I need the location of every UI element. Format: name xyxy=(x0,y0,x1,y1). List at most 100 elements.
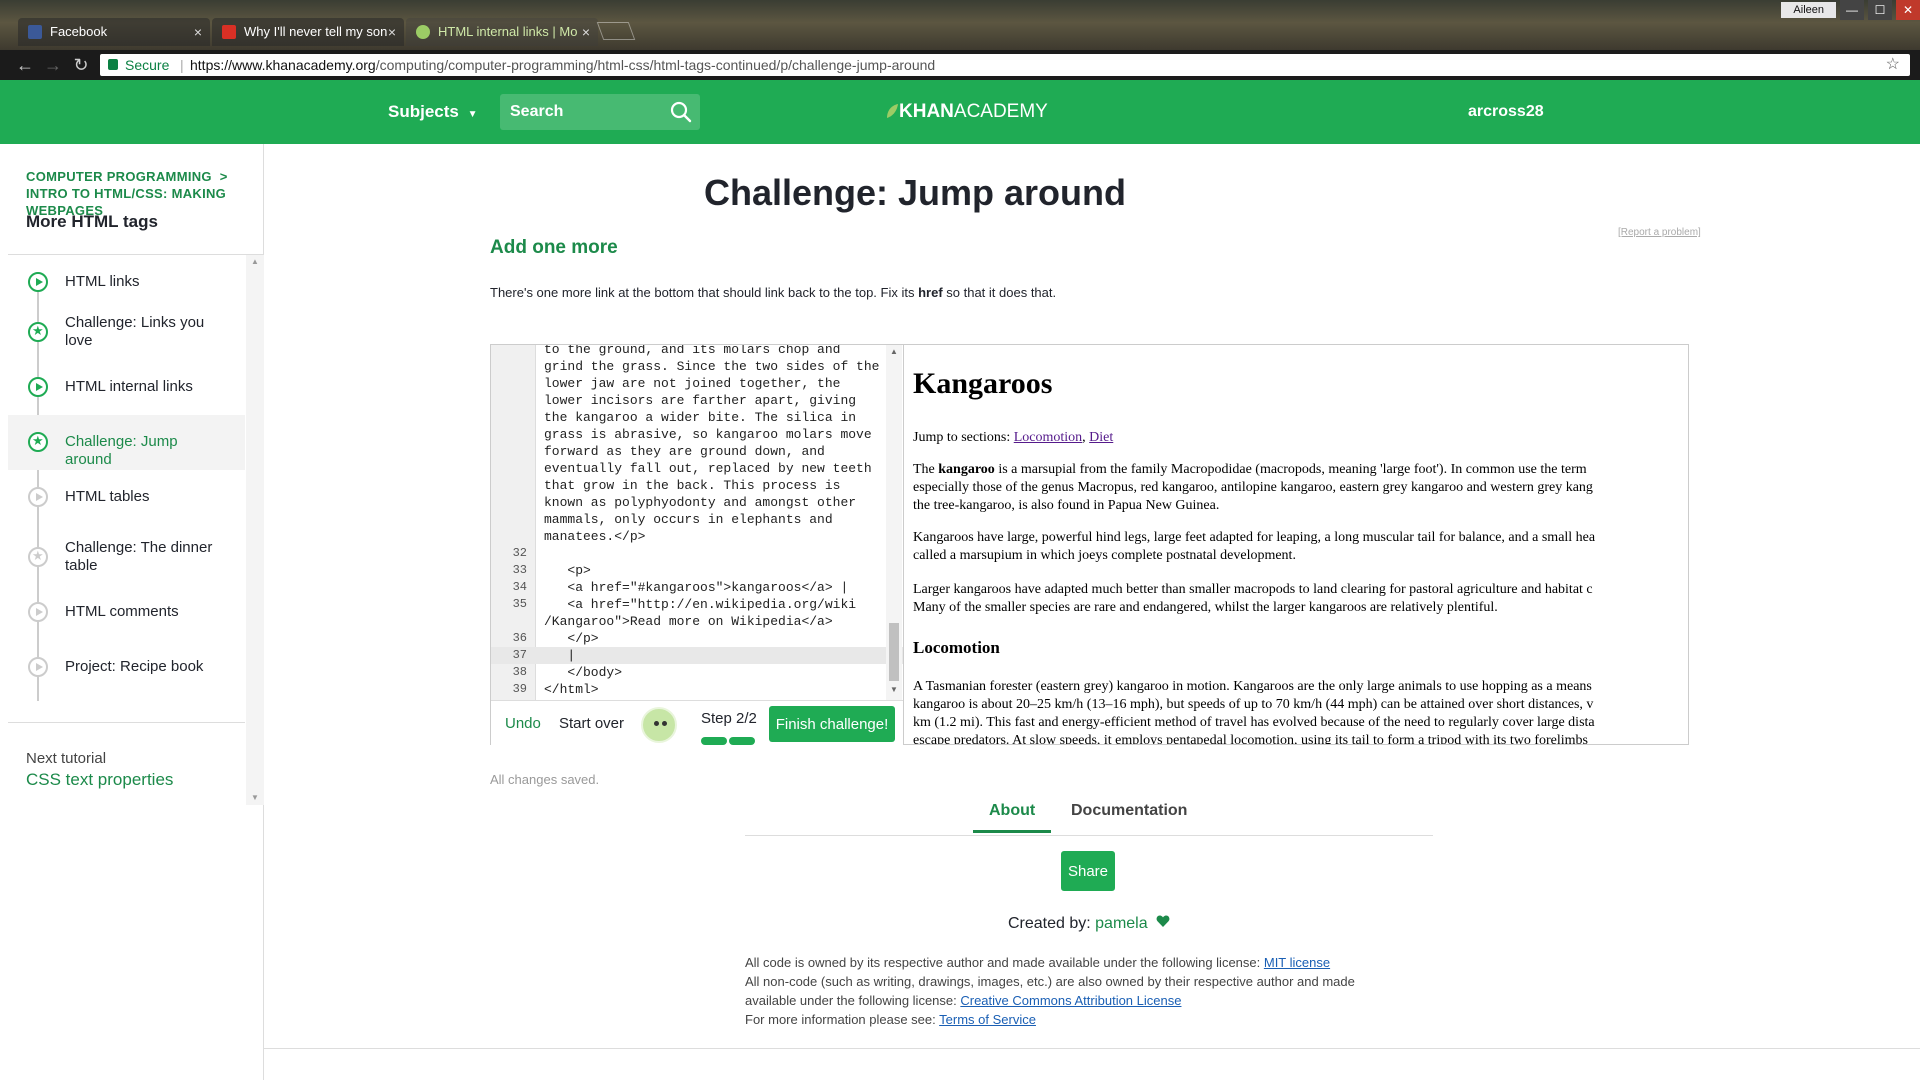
code-line[interactable]: grass is abrasive, so kangaroo molars mo… xyxy=(491,426,903,443)
code-line[interactable]: 34 <a href="#kangaroos">kangaroos</a> | xyxy=(491,579,903,596)
new-tab-button[interactable] xyxy=(596,22,636,40)
code-line[interactable]: to the ground, and its molars chop and xyxy=(491,345,903,358)
save-status: All changes saved. xyxy=(490,772,600,787)
scroll-up-icon[interactable]: ▲ xyxy=(890,347,898,356)
user-menu[interactable]: arcross28 xyxy=(1468,80,1544,144)
code-line[interactable]: mammals, only occurs in elephants and xyxy=(491,511,903,528)
lock-icon xyxy=(108,59,118,70)
cc-license-link[interactable]: Creative Commons Attribution License xyxy=(960,993,1181,1008)
browser-tab-article[interactable]: Why I'll never tell my son × xyxy=(212,18,404,46)
preview-text: escape predators. At slow speeds, it emp… xyxy=(913,733,1589,744)
code-line[interactable]: that grow in the back. This process is xyxy=(491,477,903,494)
sidebar-item-label: Challenge: Links you love xyxy=(65,314,205,349)
khan-academy-logo[interactable]: KHANACADEMY xyxy=(885,80,1048,144)
close-window-icon[interactable]: ✕ xyxy=(1896,0,1920,20)
code-line[interactable]: the kangaroo a wider bite. The silica in xyxy=(491,409,903,426)
finish-challenge-button[interactable]: Finish challenge! xyxy=(769,706,895,742)
minimize-icon[interactable]: — xyxy=(1840,0,1864,20)
start-over-button[interactable]: Start over xyxy=(559,715,624,732)
output-preview[interactable]: Kangaroos Jump to sections: Locomotion, … xyxy=(903,345,1689,744)
challenge-star-icon xyxy=(28,547,48,567)
reload-icon[interactable]: ↻ xyxy=(70,54,92,76)
breadcrumb-computer-programming[interactable]: COMPUTER PROGRAMMING xyxy=(26,169,212,184)
window-user-badge[interactable]: Aileen xyxy=(1781,2,1836,18)
code-text: grind the grass. Since the two sides of … xyxy=(544,359,880,374)
site-header: Subjects ▼ KHANACADEMY arcross28 xyxy=(0,80,1920,144)
step-progress-segment xyxy=(701,737,727,745)
scroll-up-icon[interactable]: ▲ xyxy=(251,257,259,266)
terms-of-service-link[interactable]: Terms of Service xyxy=(939,1012,1036,1027)
code-line[interactable]: 35 <a href="http://en.wikipedia.org/wiki xyxy=(491,596,903,613)
code-line[interactable]: grind the grass. Since the two sides of … xyxy=(491,358,903,375)
close-tab-icon[interactable]: × xyxy=(388,18,396,46)
url-host: https://www.khanacademy.org xyxy=(190,57,376,73)
sidebar-scrollbar[interactable]: ▲ ▼ xyxy=(246,255,264,805)
leaf-icon xyxy=(887,104,898,118)
project-icon xyxy=(28,657,48,677)
code-line[interactable]: 38 </body> xyxy=(491,664,903,681)
forward-arrow-icon[interactable]: → xyxy=(42,54,64,76)
preview-text: is a marsupial from the family Macropodi… xyxy=(994,462,1587,477)
mit-license-link[interactable]: MIT license xyxy=(1264,955,1330,970)
undo-button[interactable]: Undo xyxy=(505,715,541,732)
instructions-text: There's one more link at the bottom that… xyxy=(490,285,919,300)
code-line[interactable]: forward as they are ground down, and xyxy=(491,443,903,460)
url-text: https://www.khanacademy.org/computing/co… xyxy=(190,54,935,76)
code-line[interactable]: /Kangaroo">Read more on Wikipedia</a> xyxy=(491,613,903,630)
code-line[interactable]: 37 | xyxy=(491,647,903,664)
tab-documentation[interactable]: Documentation xyxy=(1071,802,1187,820)
scroll-down-icon[interactable]: ▼ xyxy=(251,793,259,802)
code-line[interactable]: lower jaw are not joined together, the xyxy=(491,375,903,392)
divider xyxy=(8,722,245,723)
browser-tab-khan[interactable]: HTML internal links | Mo × xyxy=(406,18,598,46)
code-scrollbar[interactable]: ▲ ▼ xyxy=(886,345,902,700)
search-icon[interactable] xyxy=(670,101,692,123)
diet-link[interactable]: Diet xyxy=(1089,430,1113,445)
preview-paragraph-1: The kangaroo is a marsupial from the fam… xyxy=(913,461,1689,515)
breadcrumb-separator: > xyxy=(219,169,228,184)
address-bar[interactable]: Secure | https://www.khanacademy.org/com… xyxy=(100,54,1910,76)
code-line[interactable]: known as polyphyodonty and amongst other xyxy=(491,494,903,511)
hint-avatar-icon[interactable] xyxy=(641,707,677,743)
maximize-icon[interactable]: ☐ xyxy=(1868,0,1892,20)
code-text: | xyxy=(544,648,576,663)
share-button[interactable]: Share xyxy=(1061,851,1115,891)
code-line[interactable]: 39 </html> xyxy=(491,681,903,698)
sidebar-item-html-comments[interactable]: HTML comments xyxy=(8,585,245,640)
back-arrow-icon[interactable]: ← xyxy=(14,54,36,76)
preview-jump-links: Jump to sections: Locomotion, Diet xyxy=(913,429,1689,447)
code-line[interactable]: eventually fall out, replaced by new tee… xyxy=(491,460,903,477)
sidebar-item-html-tables[interactable]: HTML tables xyxy=(8,470,245,525)
search-box[interactable] xyxy=(500,94,700,130)
code-editor[interactable]: to the ground, and its molars chop and gr… xyxy=(491,345,903,700)
sidebar-item-challenge-dinner-table[interactable]: Challenge: The dinner table xyxy=(8,525,245,585)
sidebar-item-project-recipe-book[interactable]: Project: Recipe book xyxy=(8,640,245,695)
sidebar-item-html-internal-links[interactable]: HTML internal links xyxy=(8,360,245,415)
divider xyxy=(264,1048,1920,1049)
bookmark-star-icon[interactable]: ☆ xyxy=(1886,54,1900,76)
author-link[interactable]: pamela xyxy=(1095,915,1147,932)
tab-about[interactable]: About xyxy=(973,802,1052,833)
close-tab-icon[interactable]: × xyxy=(582,18,590,46)
step-instructions: There's one more link at the bottom that… xyxy=(490,285,1056,300)
code-line[interactable]: 33 <p> xyxy=(491,562,903,579)
scroll-down-icon[interactable]: ▼ xyxy=(890,685,898,694)
code-line[interactable]: lower incisors are farther apart, giving xyxy=(491,392,903,409)
line-number: 33 xyxy=(512,563,527,577)
code-line[interactable]: manatees.</p> xyxy=(491,528,903,545)
preview-subheading: Locomotion xyxy=(913,638,1000,657)
scroll-thumb[interactable] xyxy=(889,623,899,681)
search-input[interactable] xyxy=(500,94,660,130)
close-tab-icon[interactable]: × xyxy=(194,18,202,46)
subjects-menu[interactable]: Subjects ▼ xyxy=(388,80,478,147)
code-line[interactable]: 32 xyxy=(491,545,903,562)
browser-tab-facebook[interactable]: Facebook × xyxy=(18,18,210,46)
license-line: All non-code (such as writing, drawings,… xyxy=(745,974,1355,989)
report-problem-link[interactable]: [Report a problem] xyxy=(1618,227,1701,238)
sidebar-item-challenge-links[interactable]: Challenge: Links you love xyxy=(8,300,245,360)
code-line[interactable]: 36 </p> xyxy=(491,630,903,647)
sidebar-item-challenge-jump-around[interactable]: Challenge: Jump around xyxy=(8,415,245,470)
next-tutorial-link[interactable]: CSS text properties xyxy=(26,770,173,790)
locomotion-link[interactable]: Locomotion xyxy=(1014,430,1082,445)
tutorial-sidebar: COMPUTER PROGRAMMING > INTRO TO HTML/CSS… xyxy=(8,144,264,1080)
